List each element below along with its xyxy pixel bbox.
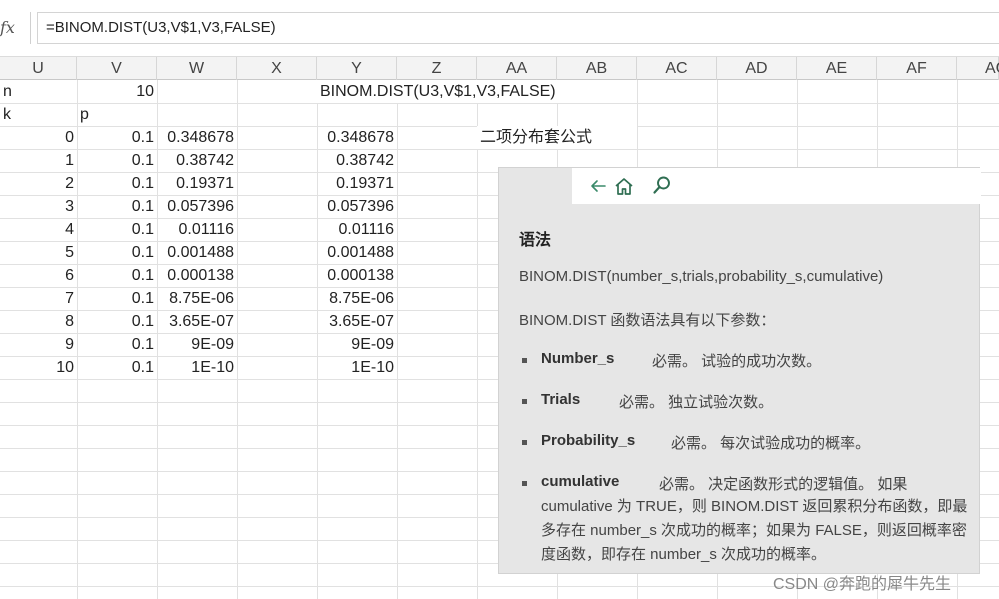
param-term: Probability_s <box>541 432 636 449</box>
cell-k[interactable]: 1 <box>0 149 77 172</box>
cell-w[interactable]: 8.75E-06 <box>157 287 237 310</box>
bullet-icon <box>522 358 527 363</box>
cell-p[interactable]: 0.1 <box>77 287 157 310</box>
cell-u1[interactable]: n <box>0 80 77 103</box>
param-desc: 必需。 决定函数形式的逻辑值。 如果 <box>659 476 908 493</box>
param-desc: 必需。 每次试验成功的概率。 <box>671 435 871 452</box>
param-desc: 必需。 独立试验次数。 <box>619 394 774 411</box>
cell-y[interactable]: 0.01116 <box>317 218 397 241</box>
cell-y[interactable]: 0.057396 <box>317 195 397 218</box>
param-term: cumulative <box>541 473 620 490</box>
formula-bar-divider <box>30 12 31 44</box>
cell-y[interactable]: 0.001488 <box>317 241 397 264</box>
watermark-text: CSDN @奔跑的犀牛先生 <box>773 576 952 593</box>
column-header-aa[interactable]: AA <box>477 57 557 80</box>
cell-p[interactable]: 0.1 <box>77 149 157 172</box>
formula-bar: fx =BINOM.DIST(U3,V$1,V3,FALSE) <box>0 0 999 56</box>
cell-k[interactable]: 8 <box>0 310 77 333</box>
cell-w[interactable]: 9E-09 <box>157 333 237 356</box>
column-header-ae[interactable]: AE <box>797 57 877 80</box>
cell-y[interactable]: 0.19371 <box>317 172 397 195</box>
column-header-ad[interactable]: AD <box>717 57 797 80</box>
help-heading: 语法 <box>519 232 552 249</box>
column-header-ag[interactable]: AG <box>957 57 999 80</box>
cell-w[interactable]: 0.348678 <box>157 126 237 149</box>
cell-y[interactable]: 3.65E-07 <box>317 310 397 333</box>
bullet-icon <box>522 399 527 404</box>
cell-v1[interactable]: 10 <box>77 80 157 103</box>
param-term: Trials <box>541 391 581 408</box>
param-term: Number_s <box>541 350 615 367</box>
cell-w[interactable]: 0.38742 <box>157 149 237 172</box>
cell-u2[interactable]: k <box>0 103 77 126</box>
cell-w[interactable]: 0.000138 <box>157 264 237 287</box>
cell-p[interactable]: 0.1 <box>77 172 157 195</box>
help-pane-toolbar <box>572 168 981 204</box>
param-desc: 必需。 试验的成功次数。 <box>652 353 822 370</box>
cell-w[interactable]: 0.19371 <box>157 172 237 195</box>
cell-k[interactable]: 6 <box>0 264 77 287</box>
cell-p[interactable]: 0.1 <box>77 241 157 264</box>
cell-k[interactable]: 7 <box>0 287 77 310</box>
cell-k[interactable]: 3 <box>0 195 77 218</box>
cell-p[interactable]: 0.1 <box>77 264 157 287</box>
help-syntax: BINOM.DIST(number_s,trials,probability_s… <box>519 268 884 285</box>
function-help-pane: 语法 BINOM.DIST(number_s,trials,probabilit… <box>498 167 981 574</box>
cell-y1[interactable]: BINOM.DIST(U3,V$1,V3,FALSE) <box>317 80 577 103</box>
column-header-w[interactable]: W <box>157 57 237 80</box>
cell-k[interactable]: 9 <box>0 333 77 356</box>
bullet-icon <box>522 440 527 445</box>
column-header-x[interactable]: X <box>237 57 317 80</box>
back-arrow-icon[interactable] <box>588 176 608 196</box>
cell-w[interactable]: 0.001488 <box>157 241 237 264</box>
cell-p[interactable]: 0.1 <box>77 333 157 356</box>
cell-k[interactable]: 5 <box>0 241 77 264</box>
home-icon[interactable] <box>613 176 635 196</box>
cell-v2[interactable]: p <box>77 103 157 126</box>
column-header-ab[interactable]: AB <box>557 57 637 80</box>
cell-y[interactable]: 8.75E-06 <box>317 287 397 310</box>
cell-y[interactable]: 0.38742 <box>317 149 397 172</box>
column-header-af[interactable]: AF <box>877 57 957 80</box>
cell-p[interactable]: 0.1 <box>77 310 157 333</box>
cell-y[interactable]: 1E-10 <box>317 356 397 379</box>
cell-p[interactable]: 0.1 <box>77 126 157 149</box>
cell-w[interactable]: 0.057396 <box>157 195 237 218</box>
help-intro: BINOM.DIST 函数语法具有以下参数： <box>519 312 776 329</box>
column-header-y[interactable]: Y <box>317 57 397 80</box>
cell-k[interactable]: 4 <box>0 218 77 241</box>
gridline <box>477 80 478 599</box>
column-header-ac[interactable]: AC <box>637 57 717 80</box>
cell-w[interactable]: 1E-10 <box>157 356 237 379</box>
bullet-icon <box>522 481 527 486</box>
cell-p[interactable]: 0.1 <box>77 195 157 218</box>
cell-aa3[interactable]: 二项分布套公式 <box>477 126 637 149</box>
column-header-u[interactable]: U <box>0 57 77 80</box>
cell-p[interactable]: 0.1 <box>77 218 157 241</box>
gridline <box>397 80 398 599</box>
fx-icon[interactable]: fx <box>0 18 20 40</box>
column-header-v[interactable]: V <box>77 57 157 80</box>
gridline <box>237 80 238 599</box>
formula-input[interactable]: =BINOM.DIST(U3,V$1,V3,FALSE) <box>37 12 999 44</box>
cell-p[interactable]: 0.1 <box>77 356 157 379</box>
cumulative-details: cumulative 为 TRUE，则 BINOM.DIST 返回累积分布函数，… <box>541 498 968 563</box>
cell-k[interactable]: 0 <box>0 126 77 149</box>
cell-y[interactable]: 9E-09 <box>317 333 397 356</box>
cell-y[interactable]: 0.000138 <box>317 264 397 287</box>
column-header-z[interactable]: Z <box>397 57 477 80</box>
column-header-row: U V W X Y Z AA AB AC AD AE AF AG <box>0 56 999 80</box>
cell-k[interactable]: 2 <box>0 172 77 195</box>
cell-w[interactable]: 0.01116 <box>157 218 237 241</box>
cell-y[interactable]: 0.348678 <box>317 126 397 149</box>
cell-k[interactable]: 10 <box>0 356 77 379</box>
cell-w[interactable]: 3.65E-07 <box>157 310 237 333</box>
search-icon[interactable] <box>651 174 673 196</box>
